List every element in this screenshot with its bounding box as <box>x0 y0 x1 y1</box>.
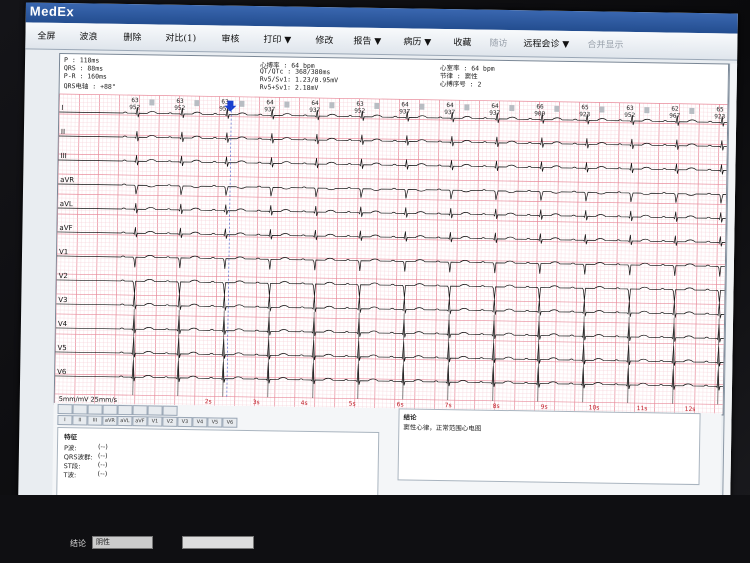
tool-btn[interactable] <box>117 404 133 416</box>
beat-marker[interactable] <box>149 99 155 106</box>
lead-label: aVL <box>60 200 73 208</box>
tool-btn[interactable] <box>72 404 88 415</box>
param-beatno: 心搏序号 : 2 <box>439 79 482 89</box>
beat-rr: 952 <box>174 105 185 112</box>
beat-marker[interactable] <box>644 107 650 114</box>
lead-label: V5 <box>57 344 66 352</box>
tool-btn[interactable] <box>147 405 163 416</box>
feature-value: (--) <box>97 442 108 451</box>
tool-btn[interactable] <box>87 404 103 415</box>
beat-rr: 909 <box>534 110 545 117</box>
beat-marker[interactable] <box>374 102 380 110</box>
beat-marker[interactable] <box>464 104 470 111</box>
toolbar-2[interactable]: 删除 <box>123 30 141 43</box>
lead-label: V2 <box>59 272 68 280</box>
toolbar-4[interactable]: 审核 <box>221 32 239 45</box>
features-title: 特征 <box>64 433 78 442</box>
beat-rr: 937 <box>489 110 500 117</box>
lead-button-bar: I II III aVR aVL aVF V1 V2 V3 V4 V5 V6 <box>57 403 387 430</box>
beat-marker[interactable] <box>329 102 335 109</box>
feature-label: T波: <box>63 471 77 480</box>
lead-btn-V4[interactable]: V4 <box>192 417 208 428</box>
tool-btn[interactable] <box>57 403 73 415</box>
diag-label: 结论 <box>70 539 86 548</box>
beat-marker[interactable] <box>599 106 605 113</box>
diag-input[interactable] <box>182 536 254 549</box>
lead-label: V3 <box>58 296 67 304</box>
lead-label: V4 <box>58 320 68 328</box>
ecg-grid: 6395263952639526493764937639526493764937… <box>54 93 729 415</box>
lead-btn-aVF[interactable]: aVF <box>132 416 148 427</box>
lead-btn-V2[interactable]: V2 <box>162 416 178 427</box>
conclusion-box[interactable]: 结论 窦性心律，正常范围心电图 <box>397 408 701 486</box>
lead-label: V6 <box>57 368 67 376</box>
tool-btn[interactable] <box>162 405 178 416</box>
lead-btn-II[interactable]: II <box>72 415 88 426</box>
diag-select[interactable]: 阴性 <box>92 536 153 549</box>
monitor-screen: MedEx 全屏 波浪 删除 对比(1) 审核 打印 ▼ 修改 报告 ▼ 病历 ▼ 收藏 随访 远程会… <box>0 0 750 563</box>
toolbar-12[interactable]: 合并显示 <box>587 37 623 51</box>
ecg-panel: 63 952 63 952 63 952 64 937 64 937 63 952 64 937 64 937… <box>53 52 730 416</box>
beat-rr: 923 <box>714 113 725 120</box>
ecg-app-window: MedEx 全屏 波浪 删除 对比(1) 审核 打印 ▼ 修改 报告 ▼ 病历 ▼ 收藏 随访 远程会… <box>18 2 738 514</box>
beat-marker[interactable] <box>239 100 245 107</box>
conclusion-text: 窦性心律，正常范围心电图 <box>403 423 482 433</box>
toolbar-1[interactable]: 波浪 <box>79 29 97 42</box>
diagnosis-bar: 结论 阴性 <box>70 536 330 550</box>
beat-rr: 937 <box>309 107 320 114</box>
toolbar-5[interactable]: 打印 ▼ <box>263 32 291 45</box>
feature-value: (--) <box>97 469 108 478</box>
param-axis: QRS电轴 : +88° <box>63 82 116 91</box>
toolbar-6[interactable]: 修改 <box>315 33 333 46</box>
lead-btn-aVR[interactable]: aVR <box>102 415 118 426</box>
tool-btn[interactable] <box>102 404 118 415</box>
beat-marker[interactable] <box>194 100 200 107</box>
lead-btn-V5[interactable]: V5 <box>207 417 223 428</box>
beat-rr: 937 <box>444 109 455 116</box>
lead-btn-I[interactable]: I <box>57 414 73 426</box>
toolbar-3[interactable]: 对比(1) <box>165 31 196 44</box>
lead-btn-V1[interactable]: V1 <box>147 416 163 427</box>
lead-label: I <box>61 104 63 112</box>
beat-rr: 952 <box>624 112 635 119</box>
beat-marker[interactable] <box>554 105 560 112</box>
ecg-trace <box>58 183 729 204</box>
beat-rr: 952 <box>129 104 140 111</box>
toolbar-8[interactable]: 病历 ▼ <box>403 34 431 47</box>
lead-label: V1 <box>59 248 68 256</box>
beat-marker[interactable] <box>509 105 515 112</box>
param-rvsv: Rv5+Sv1: 2.18mV <box>259 83 319 93</box>
toolbar-9[interactable]: 收藏 <box>453 35 471 48</box>
lead-btn-V3[interactable]: V3 <box>177 416 193 428</box>
feature-value: (--) <box>97 460 108 469</box>
beat-rr: 937 <box>399 108 410 115</box>
beat-rr: 937 <box>264 106 275 113</box>
beat-marker[interactable] <box>419 103 425 110</box>
beat-rr: 952 <box>354 108 365 115</box>
toolbar-7[interactable]: 报告 ▼ <box>353 34 381 47</box>
beat-rr: 923 <box>579 111 590 118</box>
lead-label: aVF <box>59 224 72 232</box>
toolbar-0[interactable]: 全屏 <box>37 29 55 42</box>
feature-value: (--) <box>97 451 108 460</box>
lead-btn-III[interactable]: III <box>87 415 103 426</box>
ecg-trace <box>56 255 729 277</box>
lead-btn-aVL[interactable]: aVL <box>117 415 133 427</box>
monitor-bezel <box>0 495 750 563</box>
toolbar-10[interactable]: 随访 <box>489 36 507 49</box>
conclusion-title: 结论 <box>403 413 417 422</box>
beat-marker[interactable] <box>284 101 290 108</box>
lead-label: II <box>61 128 65 136</box>
toolbar-11[interactable]: 远程会诊 ▼ <box>523 36 569 50</box>
tool-btn[interactable] <box>132 405 148 416</box>
app-logo: MedEx <box>29 3 75 20</box>
lead-label: aVR <box>60 176 74 184</box>
lead-btn-V6[interactable]: V6 <box>222 417 238 428</box>
lead-label: III <box>61 152 67 160</box>
beat-marker[interactable] <box>689 107 695 114</box>
beat-rr: 967 <box>669 113 680 120</box>
features-box: 特征 P波: (--) QRS波群: (--) ST段: (--) T波: (--) <box>56 426 380 503</box>
